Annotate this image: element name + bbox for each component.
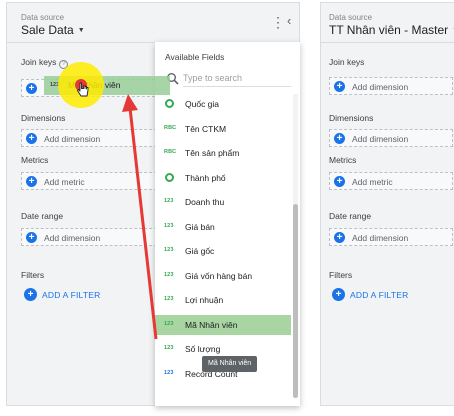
- number-type-icon: 123: [164, 296, 174, 302]
- right-data-source-caption: Data source: [329, 13, 373, 22]
- right-date-range-title: Date range: [329, 211, 372, 221]
- right-data-source-panel: Data source TT Nhân viên - Master▼ Join …: [320, 2, 454, 406]
- left-data-source-caption: Data source: [21, 13, 65, 22]
- right-data-source-header[interactable]: Data source TT Nhân viên - Master▼: [321, 3, 454, 43]
- left-add-dimension-label: Add dimension: [44, 134, 101, 144]
- add-icon: +: [332, 288, 345, 301]
- right-add-dimension[interactable]: + Add dimension: [329, 129, 453, 147]
- field-list-item[interactable]: 123 Lợi nhuận: [155, 290, 291, 310]
- field-name: Tên CTKM: [185, 123, 227, 134]
- caret-down-icon: ▼: [77, 27, 85, 34]
- left-add-metric[interactable]: + Add metric: [21, 172, 157, 190]
- field-search-input[interactable]: [183, 70, 291, 87]
- left-dimensions-title: Dimensions: [21, 113, 66, 123]
- right-metrics-title: Metrics: [329, 155, 357, 165]
- field-list-item[interactable]: 123 Giá vốn hàng bán: [155, 266, 291, 286]
- field-list-scrollbar[interactable]: [293, 94, 298, 398]
- left-data-source-name: Sale Data: [21, 23, 74, 37]
- left-data-source-header[interactable]: Data source Sale Data ▼ ⋮ ‹: [7, 3, 299, 43]
- number-type-icon: 123: [164, 345, 174, 351]
- field-list-item[interactable]: 123 Mã Nhân viên: [155, 314, 291, 335]
- right-add-filter-label: ADD A FILTER: [350, 290, 409, 300]
- right-join-key-add-dimension-label: Add dimension: [352, 82, 409, 92]
- field-name: Tên sản phẩm: [185, 148, 240, 158]
- left-metrics-title: Metrics: [21, 155, 49, 165]
- field-tooltip: Mã Nhân viên: [202, 356, 258, 372]
- scrollbar-thumb[interactable]: [293, 204, 298, 398]
- field-name: Quốc gia: [185, 99, 220, 109]
- number-type-icon: 123: [164, 222, 174, 229]
- right-data-source-name: TT Nhân viên - Master: [329, 23, 449, 37]
- field-list-item[interactable]: 123 Doanh thu: [155, 192, 291, 212]
- left-join-keys-title: Join keys?: [21, 57, 69, 69]
- number-type-icon: 123: [164, 198, 174, 204]
- right-dimensions-title: Dimensions: [329, 113, 374, 123]
- add-icon: +: [26, 176, 37, 187]
- left-filters-title: Filters: [21, 270, 45, 280]
- left-join-keys-label: Join keys: [21, 57, 57, 67]
- geo-type-icon: [165, 99, 174, 108]
- add-icon: +: [24, 288, 37, 301]
- geo-type-icon: [165, 172, 174, 182]
- hand-cursor-icon: [77, 82, 89, 97]
- add-icon: +: [334, 81, 345, 92]
- left-add-metric-label: Add metric: [44, 177, 85, 187]
- field-list-item[interactable]: RBC Tên CTKM: [155, 119, 291, 139]
- right-add-metric[interactable]: + Add metric: [329, 172, 453, 190]
- field-name: Doanh thu: [185, 197, 225, 207]
- right-add-date-dimension-label: Add dimension: [352, 233, 409, 243]
- field-list-item[interactable]: Quốc gia: [155, 94, 291, 114]
- right-filters-title: Filters: [329, 270, 353, 280]
- number-type-icon: 123: [164, 320, 174, 327]
- right-join-key-add-dimension[interactable]: + Add dimension: [329, 77, 453, 95]
- field-name: Giá vốn hàng bán: [185, 270, 253, 281]
- add-icon: +: [334, 176, 345, 187]
- left-add-filter-label: ADD A FILTER: [42, 290, 101, 300]
- field-name: Mã Nhân viên: [185, 319, 238, 330]
- collapse-panel-icon[interactable]: ‹: [287, 14, 291, 28]
- left-add-date-dimension-label: Add dimension: [44, 233, 101, 243]
- field-name: Thành phố: [185, 172, 226, 183]
- left-add-date-dimension[interactable]: + Add dimension: [21, 228, 157, 246]
- field-name: Giá bán: [185, 221, 215, 232]
- add-icon: +: [26, 232, 37, 243]
- left-data-source-selector[interactable]: Sale Data ▼: [21, 23, 85, 37]
- available-fields-dropdown: Available Fields Quốc gia RBC Tên CTKM RBC T…: [155, 42, 300, 406]
- right-data-source-selector[interactable]: TT Nhân viên - Master▼: [329, 23, 454, 37]
- add-icon[interactable]: +: [26, 83, 37, 94]
- field-list-item[interactable]: 123 Giá gốc: [155, 241, 291, 261]
- field-name: Giá gốc: [185, 246, 215, 256]
- available-fields-title: Available Fields: [165, 52, 225, 62]
- number-type-icon: 123: [164, 247, 174, 253]
- right-add-date-dimension[interactable]: + Add dimension: [329, 228, 453, 246]
- right-add-metric-label: Add metric: [352, 177, 393, 187]
- text-type-icon: RBC: [164, 124, 177, 131]
- add-icon: +: [334, 133, 345, 144]
- field-name: Số lượng: [185, 344, 221, 354]
- number-type-icon: 123: [164, 369, 174, 376]
- add-icon: +: [334, 232, 345, 243]
- field-list-item[interactable]: Thành phố: [155, 168, 291, 188]
- add-icon: +: [26, 133, 37, 144]
- left-date-range-title: Date range: [21, 211, 64, 221]
- field-list-item[interactable]: 123 Giá bán: [155, 217, 291, 237]
- text-type-icon: RBC: [164, 149, 177, 155]
- field-list-item[interactable]: RBC Tên sản phẩm: [155, 143, 291, 163]
- field-name: Lợi nhuận: [185, 295, 224, 305]
- more-vert-icon[interactable]: ⋮: [271, 15, 285, 29]
- left-add-dimension[interactable]: + Add dimension: [21, 129, 157, 147]
- right-join-keys-title: Join keys: [329, 57, 365, 67]
- right-add-dimension-label: Add dimension: [352, 134, 409, 144]
- number-type-icon: 123: [164, 271, 174, 278]
